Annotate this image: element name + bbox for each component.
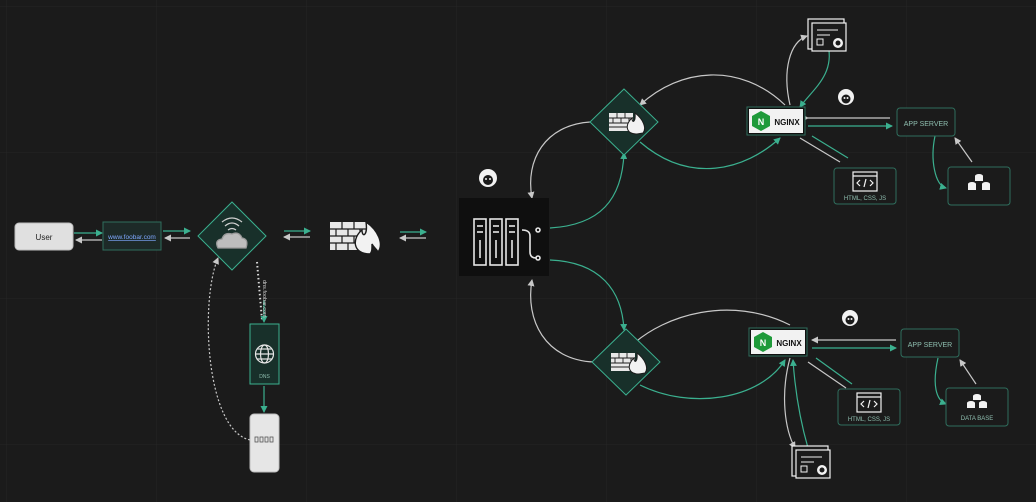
user-label: User (36, 233, 53, 242)
domain-label: www.foobar.com (107, 234, 156, 241)
app-server-top-label: APP SERVER (904, 121, 949, 128)
nginx-top-label: NGINX (774, 118, 800, 127)
dns-server-label: DNS (259, 374, 270, 380)
ssl-certificate-bottom-node[interactable] (791, 445, 831, 479)
monitoring-agent-icon (838, 89, 854, 105)
monitoring-agent-icon (479, 169, 497, 187)
ssl-certificate-icon (807, 18, 847, 52)
firewall-icon (611, 351, 648, 375)
load-balancer-node[interactable] (459, 198, 549, 276)
nginx-bottom-label: NGINX (776, 339, 802, 348)
static-files-bottom-node[interactable]: HTML, CSS, JS (837, 388, 901, 426)
database-bottom-node[interactable]: DATA BASE (945, 387, 1009, 427)
nginx-top-badge: N (758, 117, 765, 127)
local-resolver-node[interactable] (249, 413, 280, 473)
user-node[interactable]: User (14, 222, 74, 251)
architecture-diagram: User www.foobar.com dns.foobar.com DNS N… (0, 0, 1036, 502)
dns-server-node[interactable]: DNS (249, 323, 280, 385)
static-files-bottom-label: HTML, CSS, JS (848, 417, 890, 423)
static-files-top-label: HTML, CSS, JS (844, 196, 886, 202)
domain-node[interactable]: www.foobar.com (102, 221, 162, 251)
dns-link-label: dns.foobar.com (261, 280, 267, 318)
firewall-icon (609, 111, 646, 135)
static-files-top-node[interactable]: HTML, CSS, JS (833, 167, 897, 205)
nginx-bottom-badge: N (760, 338, 767, 348)
database-top-node[interactable] (947, 166, 1011, 206)
monitoring-agent-lb (479, 169, 497, 187)
monitoring-agent-bottom (842, 310, 858, 326)
monitoring-agent-icon (842, 310, 858, 326)
app-server-top-node[interactable]: APP SERVER (896, 107, 956, 137)
database-bottom-label: DATA BASE (961, 416, 993, 422)
app-server-bottom-label: APP SERVER (908, 342, 953, 349)
app-server-bottom-node[interactable]: APP SERVER (900, 328, 960, 358)
ssl-certificate-icon (791, 445, 831, 479)
nginx-top-node[interactable]: N NGINX (746, 106, 806, 136)
monitoring-agent-top (838, 89, 854, 105)
diagram-canvas: User www.foobar.com dns.foobar.com DNS N… (0, 0, 1036, 502)
ssl-certificate-top-node[interactable] (807, 18, 847, 52)
nginx-bottom-node[interactable]: N NGINX (748, 327, 808, 357)
